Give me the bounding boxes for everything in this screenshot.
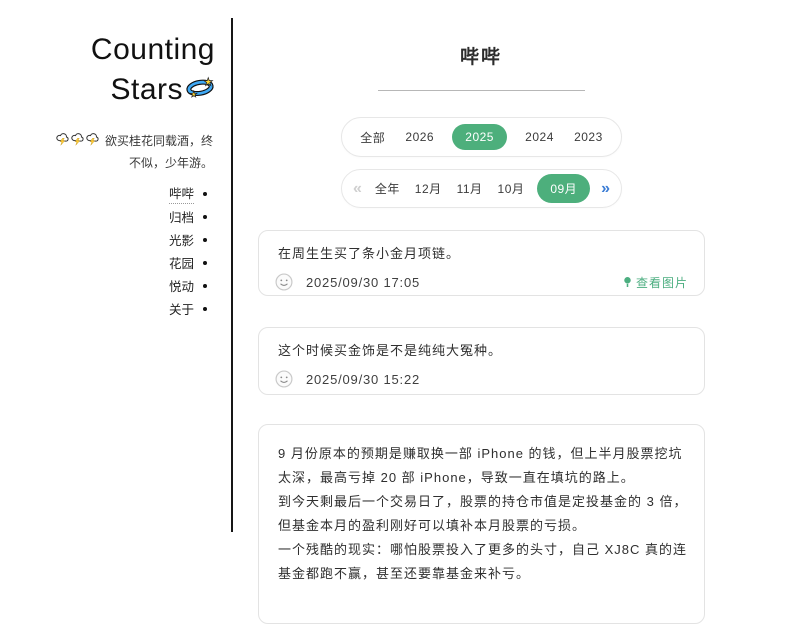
year-tab-all[interactable]: 全部 bbox=[358, 125, 387, 150]
smiley-icon bbox=[275, 273, 293, 291]
sidebar-item-about[interactable]: 关于 bbox=[0, 297, 215, 320]
image-pin-icon bbox=[624, 276, 631, 287]
year-tab-2023[interactable]: 2023 bbox=[572, 126, 605, 148]
nav-bullet bbox=[203, 237, 207, 242]
post-text: 在周生生买了条小金月项链。 bbox=[278, 246, 461, 261]
sidebar-item-photos[interactable]: 光影 bbox=[0, 228, 215, 251]
month-tab-all[interactable]: 全年 bbox=[373, 176, 402, 201]
page-title: 哔哔 bbox=[459, 47, 502, 68]
post-timestamp: 2025/09/30 17:05 bbox=[306, 274, 421, 290]
post-paragraph: 一个残酷的现实：哪怕股票投入了更多的头寸，自己 XJ8C 真的连基金都跑不赢，甚… bbox=[278, 542, 688, 581]
smiley-icon bbox=[275, 370, 293, 388]
sidebar-item-archive[interactable]: 归档 bbox=[0, 205, 215, 228]
site-motto: 欲买桂花同载酒，终 不似，少年游。 bbox=[0, 130, 213, 174]
month-tab-12[interactable]: 12月 bbox=[413, 176, 444, 201]
year-tab-2024[interactable]: 2024 bbox=[523, 126, 556, 148]
nav-bullet bbox=[203, 283, 207, 288]
site-title-line2: Stars bbox=[110, 73, 183, 106]
svg-text:★: ★ bbox=[190, 89, 198, 99]
nav-label: 光影 bbox=[168, 233, 194, 248]
post-card: 这个时候买金饰是不是纯纯大冤种。 2025/09/30 15:22 bbox=[258, 327, 705, 395]
nav-label: 花园 bbox=[168, 256, 194, 271]
cloud-lightning-icons bbox=[55, 133, 100, 147]
next-page-icon[interactable]: » bbox=[601, 180, 610, 197]
nav-label: 归档 bbox=[168, 210, 194, 225]
title-divider bbox=[378, 90, 585, 91]
year-tab-2026[interactable]: 2026 bbox=[403, 126, 436, 148]
svg-text:★: ★ bbox=[203, 76, 213, 88]
site-title[interactable]: Counting Stars ★ ★ bbox=[0, 30, 215, 110]
view-image-label: 查看图片 bbox=[635, 275, 688, 290]
nav-bullet bbox=[203, 306, 207, 311]
nav-bullet bbox=[203, 214, 207, 219]
month-filter: « 全年 12月 11月 10月 09月 » bbox=[341, 169, 622, 208]
year-filter: 全部 2026 2025 2024 2023 bbox=[341, 117, 622, 157]
month-tab-09[interactable]: 09月 bbox=[537, 174, 591, 203]
view-image-link[interactable]: 查看图片 bbox=[623, 274, 688, 291]
prev-page-icon[interactable]: « bbox=[353, 180, 362, 197]
post-text: 这个时候买金饰是不是纯纯大冤种。 bbox=[278, 343, 503, 358]
sidebar-item-sports[interactable]: 悦动 bbox=[0, 274, 215, 297]
year-tab-2025[interactable]: 2025 bbox=[452, 124, 507, 150]
month-tab-11[interactable]: 11月 bbox=[455, 176, 485, 201]
post-card: 在周生生买了条小金月项链。 2025/09/30 17:05 查看图片 bbox=[258, 230, 705, 296]
nav-label: 关于 bbox=[168, 302, 194, 317]
nav-label: 哔哔 bbox=[168, 183, 194, 204]
motto-line2: 不似，少年游。 bbox=[128, 156, 213, 170]
dizzy-star-icon: ★ ★ bbox=[185, 70, 215, 110]
nav-bullet bbox=[203, 191, 207, 196]
post-card: 9 月份原本的预期是赚取换一部 iPhone 的钱，但上半月股票挖坑太深，最高亏… bbox=[258, 424, 705, 624]
nav-bullet bbox=[203, 260, 207, 265]
sidebar-divider bbox=[231, 18, 233, 532]
motto-line1: 欲买桂花同载酒，终 bbox=[104, 134, 213, 148]
post-timestamp: 2025/09/30 15:22 bbox=[306, 371, 421, 387]
post-paragraph: 9 月份原本的预期是赚取换一部 iPhone 的钱，但上半月股票挖坑太深，最高亏… bbox=[278, 446, 683, 485]
site-title-line1: Counting bbox=[90, 33, 215, 66]
month-tab-10[interactable]: 10月 bbox=[496, 176, 527, 201]
sidebar-item-bibi[interactable]: 哔哔 bbox=[0, 182, 215, 205]
sidebar-nav: 哔哔 归档 光影 花园 悦动 关于 bbox=[0, 182, 215, 320]
sidebar-item-garden[interactable]: 花园 bbox=[0, 251, 215, 274]
post-paragraph: 到今天剩最后一个交易日了，股票的持仓市值是定投基金的 3 倍，但基金本月的盈利刚… bbox=[278, 494, 688, 533]
nav-label: 悦动 bbox=[168, 279, 194, 294]
